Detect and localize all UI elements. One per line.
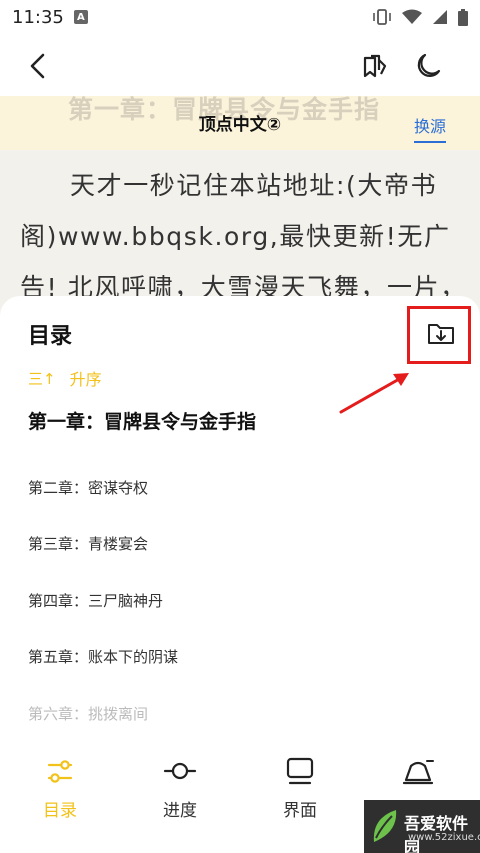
back-icon[interactable] — [22, 50, 54, 82]
sort-toggle[interactable]: 三↑ 升序 — [28, 366, 102, 390]
status-icons — [372, 8, 468, 26]
source-banner: 第一章：冒牌县令与金手指 顶点中文② 换源 — [0, 96, 480, 150]
change-source-button[interactable]: 换源 — [414, 113, 447, 143]
night-mode-icon[interactable] — [412, 50, 444, 82]
nav-item-catalog[interactable]: 目录 — [10, 756, 110, 821]
chapter-item[interactable]: 第三章：青楼宴会 — [28, 516, 448, 573]
signal-icon — [433, 10, 447, 24]
sort-label: 升序 — [69, 370, 102, 389]
site-watermark: 吾爱软件园 www.52zixue.com — [364, 800, 480, 853]
progress-icon — [163, 762, 197, 780]
nav-item-screen[interactable]: 界面 — [250, 756, 350, 821]
screen-icon — [286, 757, 314, 785]
chapter-item[interactable]: 第六章：挑拨离间 — [28, 685, 448, 734]
chapter-list: 第一章：冒牌县令与金手指 第二章：密谋夺权 第三章：青楼宴会 第四章：三尸脑神丹… — [28, 404, 448, 734]
bookmark-icon[interactable] — [358, 50, 390, 82]
notification-icon: A — [73, 10, 88, 24]
battery-icon — [458, 8, 468, 26]
top-bar — [0, 34, 480, 96]
status-bar: 11:35 A — [0, 0, 480, 34]
leaf-logo-icon — [373, 810, 397, 842]
watermark-url: www.52zixue.com — [408, 832, 480, 843]
status-time: 11:35 — [12, 6, 64, 28]
highlight-box — [407, 306, 471, 364]
wifi-icon — [402, 9, 422, 24]
toc-icon — [47, 760, 73, 783]
chapter-item[interactable]: 第五章：账本下的阴谋 — [28, 629, 448, 686]
nav-label-screen: 界面 — [283, 801, 317, 821]
source-name: 顶点中文② — [198, 115, 282, 135]
sort-icon: 三↑ — [28, 369, 56, 388]
nav-label-progress: 进度 — [163, 801, 197, 821]
nav-item-progress[interactable]: 进度 — [130, 756, 230, 821]
chapter-item[interactable]: 第四章：三尸脑神丹 — [28, 572, 448, 629]
catalog-title: 目录 — [28, 324, 73, 349]
settings-icon — [402, 760, 434, 785]
vibrate-icon — [373, 9, 391, 25]
nav-label-catalog: 目录 — [43, 801, 77, 821]
nav-item-settings[interactable] — [368, 756, 468, 796]
chapter-item[interactable]: 第二章：密谋夺权 — [28, 459, 448, 516]
annotation-arrow-icon — [339, 373, 409, 414]
